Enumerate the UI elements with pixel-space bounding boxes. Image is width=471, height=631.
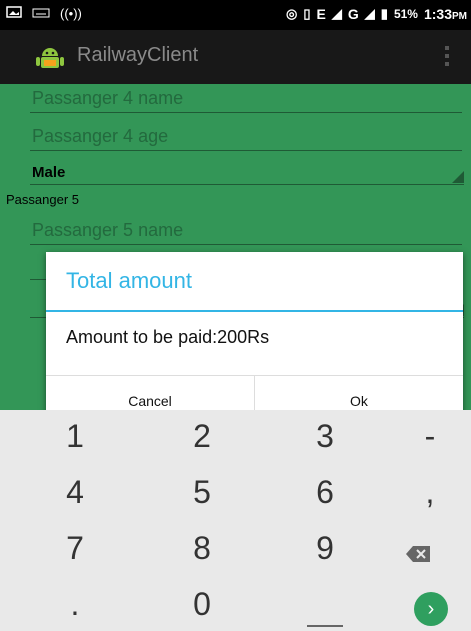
image-notification-icon xyxy=(6,6,22,21)
vibrate-icon: ▯ xyxy=(303,6,311,21)
signal-icon: ◢ xyxy=(331,6,342,21)
key-3[interactable]: 3 xyxy=(280,418,370,455)
android-app-icon[interactable] xyxy=(36,44,64,70)
key-comma[interactable]: , xyxy=(385,474,471,511)
dialog-message: Amount to be paid:200Rs xyxy=(66,327,270,347)
total-amount-dialog: Total amount Amount to be paid:200Rs Can… xyxy=(46,252,463,425)
network-type-e: E xyxy=(316,6,326,22)
dropdown-triangle-icon xyxy=(452,171,464,183)
key-0[interactable]: 0 xyxy=(157,586,247,623)
backspace-icon[interactable] xyxy=(405,545,431,563)
network-type-g: G xyxy=(347,6,359,22)
passenger-5-name-input[interactable]: Passanger 5 name xyxy=(30,220,462,245)
key-7[interactable]: 7 xyxy=(30,530,120,567)
signal-icon-2: ◢ xyxy=(364,6,375,21)
overflow-menu-icon[interactable] xyxy=(445,46,451,70)
key-8[interactable]: 8 xyxy=(157,530,247,567)
key-5[interactable]: 5 xyxy=(157,474,247,511)
key-4[interactable]: 4 xyxy=(30,474,120,511)
key-period[interactable]: . xyxy=(30,586,120,623)
key-1[interactable]: 1 xyxy=(30,418,120,455)
battery-icon: ▮ xyxy=(380,6,388,21)
battery-percent: 51% xyxy=(393,7,418,21)
key-6[interactable]: 6 xyxy=(280,474,370,511)
keyboard-notification-icon xyxy=(32,6,50,21)
key-minus[interactable]: - xyxy=(385,418,471,455)
passenger-4-name-input[interactable]: Passanger 4 name xyxy=(30,88,462,113)
passenger-4-gender-select[interactable]: Male xyxy=(30,164,464,185)
passenger-4-age-input[interactable]: Passanger 4 age xyxy=(30,126,462,151)
next-arrow-icon[interactable]: › xyxy=(414,592,448,626)
passenger-4-gender-value: Male xyxy=(32,164,66,181)
action-bar: RailwayClient xyxy=(0,30,471,84)
key-9[interactable]: 9 xyxy=(280,530,370,567)
passenger-5-label: Passanger 5 xyxy=(6,192,79,207)
key-2[interactable]: 2 xyxy=(157,418,247,455)
app-title: RailwayClient xyxy=(77,44,199,66)
numeric-keyboard: 1 2 3 - 4 5 6 , 7 8 9 . 0 › xyxy=(0,410,471,631)
dialog-divider xyxy=(46,310,463,312)
hotspot-icon: ((•)) xyxy=(60,6,82,21)
space-key[interactable] xyxy=(307,625,343,627)
status-bar: ((•)) ◎ ▯ E ◢ G ◢ ▮ 51% 1:33PM xyxy=(0,0,471,30)
nfc-icon: ◎ xyxy=(286,6,298,21)
dialog-title: Total amount xyxy=(66,268,192,293)
clock: 1:33PM xyxy=(423,6,467,22)
